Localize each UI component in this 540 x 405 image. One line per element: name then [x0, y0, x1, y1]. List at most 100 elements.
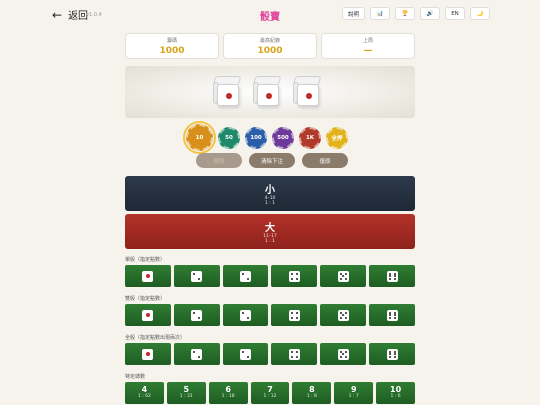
- bet-big[interactable]: 大 11–17 1 : 1: [125, 214, 415, 249]
- pip-icon: [393, 316, 396, 319]
- die-face-icon: [142, 309, 154, 321]
- pip-icon: [339, 277, 342, 280]
- section-double-label: 雙骰（指定點數）: [125, 296, 166, 302]
- triple-bet-cell[interactable]: [222, 343, 269, 365]
- undo-button[interactable]: 復原: [302, 153, 348, 168]
- die-face-icon: [240, 348, 252, 360]
- double-bet-cell[interactable]: [320, 304, 367, 326]
- pip-icon: [295, 355, 298, 358]
- die-face-icon: [240, 270, 252, 282]
- double-bet-cell[interactable]: [173, 304, 220, 326]
- die-face-icon: [142, 348, 154, 360]
- pip-icon: [193, 350, 196, 353]
- pip-icon: [344, 311, 347, 314]
- pip-icon: [226, 93, 232, 99]
- sound-button[interactable]: 🔊: [420, 7, 440, 20]
- pip-icon: [344, 355, 347, 358]
- pip-icon: [193, 311, 196, 314]
- double-bet-cell[interactable]: [271, 304, 318, 326]
- sum-bet-cell[interactable]: 91 : 7: [334, 382, 374, 404]
- clear-bets-button[interactable]: 清除下注: [249, 153, 295, 168]
- triple-bet-cell[interactable]: [125, 343, 171, 365]
- stat-chips: 籌碼 1000: [125, 33, 219, 59]
- die-face-icon: [386, 309, 398, 321]
- double-bet-cell[interactable]: [222, 304, 269, 326]
- sum-bet-cell[interactable]: 41 : 62: [125, 382, 164, 404]
- pip-icon: [198, 316, 201, 319]
- sum-bet-cell[interactable]: 71 : 12: [250, 382, 290, 404]
- help-button[interactable]: 說明: [341, 7, 365, 20]
- theme-button[interactable]: 🌙: [470, 7, 490, 20]
- die-face-icon: [337, 348, 349, 360]
- die-face-icon: [288, 309, 300, 321]
- chip-1[interactable]: 50: [218, 126, 240, 149]
- chip-0[interactable]: 10: [183, 121, 216, 154]
- sum-bet-cell[interactable]: 61 : 18: [208, 382, 248, 404]
- die-front-face: [217, 84, 239, 106]
- die-face-icon: [386, 270, 398, 282]
- pip-icon: [247, 316, 250, 319]
- pip-icon: [339, 355, 342, 358]
- sum-number: 5: [183, 385, 190, 394]
- sum-bet-cell[interactable]: 81 : 8: [292, 382, 332, 404]
- stats-bar: 籌碼 1000 最高紀錄 1000 上局 —: [125, 33, 415, 59]
- pip-icon: [339, 350, 342, 353]
- pip-icon: [247, 277, 250, 280]
- pip-icon: [393, 277, 396, 280]
- chip-3[interactable]: 500: [272, 126, 294, 149]
- sum-bet-cell[interactable]: 10 1 : 6: [376, 382, 416, 404]
- pip-icon: [393, 314, 396, 316]
- pip-icon: [388, 277, 391, 280]
- single-bet-cell[interactable]: [173, 265, 220, 287]
- bet-small[interactable]: 小 4–10 1 : 1: [125, 176, 415, 211]
- triple-bet-cell[interactable]: [173, 343, 220, 365]
- pip-icon: [290, 272, 293, 275]
- double-bet-cell[interactable]: [125, 304, 171, 326]
- bet-odds: 1 : 1: [264, 239, 276, 244]
- trophy-button[interactable]: 🏆: [395, 7, 415, 20]
- single-bet-cell[interactable]: [369, 265, 415, 287]
- chip-4[interactable]: 1K: [299, 126, 321, 149]
- pip-icon: [344, 277, 347, 280]
- die-face-icon: [288, 348, 300, 360]
- double-bets-row: [125, 304, 415, 326]
- stat-high-score: 最高紀錄 1000: [223, 33, 317, 59]
- pip-icon: [145, 313, 150, 317]
- pip-icon: [339, 311, 342, 314]
- triple-bet-cell[interactable]: [369, 343, 415, 365]
- pip-icon: [295, 311, 298, 314]
- die-1: [212, 76, 243, 108]
- stat-value: 1000: [159, 46, 185, 56]
- pip-icon: [242, 350, 245, 353]
- single-bet-cell[interactable]: [222, 265, 269, 287]
- roll-button[interactable]: 擲骰: [196, 153, 242, 168]
- pip-icon: [145, 352, 150, 356]
- die-face-icon: [240, 309, 252, 321]
- chip-2[interactable]: 100: [245, 126, 267, 149]
- single-bet-cell[interactable]: [320, 265, 367, 287]
- sum-number: 9: [350, 385, 357, 394]
- pip-icon: [242, 272, 245, 275]
- pip-icon: [295, 277, 298, 280]
- die-front-face: [297, 84, 319, 106]
- language-button[interactable]: EN: [445, 7, 465, 20]
- single-bet-cell[interactable]: [271, 265, 318, 287]
- sum-number: 7: [267, 385, 273, 394]
- top-buttons: 說明 📊 🏆 🔊 EN 🌙: [341, 7, 490, 20]
- chip-5[interactable]: 全押: [326, 126, 348, 149]
- double-bet-cell[interactable]: [369, 304, 415, 326]
- single-bet-cell[interactable]: [125, 265, 171, 287]
- stat-label: 最高紀錄: [259, 38, 280, 44]
- triple-bet-cell[interactable]: [271, 343, 318, 365]
- stat-label: 上局: [362, 38, 373, 44]
- top-bar: ← 返回 v1.0.4 骰寶 說明 📊 🏆 🔊 EN 🌙: [0, 0, 540, 28]
- stats-button[interactable]: 📊: [370, 7, 390, 20]
- triple-bet-cell[interactable]: [320, 343, 367, 365]
- pip-icon: [342, 314, 345, 316]
- pip-icon: [393, 355, 396, 358]
- pip-icon: [145, 274, 150, 278]
- pip-icon: [344, 350, 347, 353]
- sum-bet-cell[interactable]: 51 : 31: [166, 382, 206, 404]
- pip-icon: [393, 275, 396, 277]
- die-face-icon: [337, 309, 349, 321]
